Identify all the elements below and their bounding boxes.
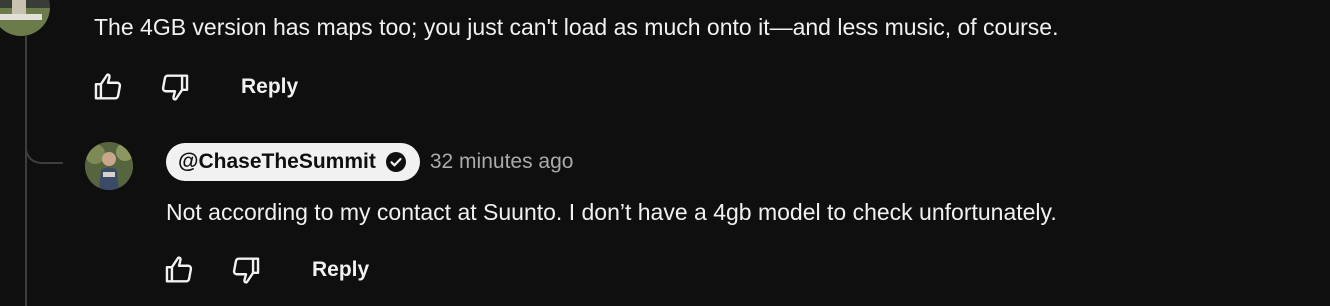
author-name: @ChaseTheSummit [178, 150, 376, 173]
thread-line [25, 36, 27, 306]
thumbs-down-icon [232, 257, 260, 284]
reply-timestamp[interactable]: 32 minutes ago [430, 150, 574, 174]
author-channel-link[interactable]: @ChaseTheSummit [166, 143, 420, 181]
parent-comment-actions: Reply [88, 67, 308, 107]
reply-comment-text: Not according to my contact at Suunto. I… [166, 199, 1057, 225]
verified-check-icon [384, 150, 408, 174]
comments-section: The 4GB version has maps too; you just c… [0, 0, 1330, 306]
reply-header: @ChaseTheSummit 32 minutes ago [166, 142, 573, 182]
reply-button[interactable]: Reply [302, 252, 379, 288]
dislike-button[interactable] [226, 250, 266, 290]
reply-button[interactable]: Reply [231, 69, 308, 105]
thumbs-up-icon [165, 256, 193, 283]
like-button[interactable] [159, 250, 199, 290]
like-button[interactable] [88, 67, 128, 107]
reply-author-avatar[interactable] [85, 142, 133, 190]
dislike-button[interactable] [155, 67, 195, 107]
thumbs-down-icon [161, 74, 189, 101]
parent-comment-text: The 4GB version has maps too; you just c… [94, 14, 1059, 40]
thread-connector [25, 130, 63, 164]
parent-avatar[interactable] [0, 0, 50, 36]
reply-comment-actions: Reply [159, 250, 379, 290]
thumbs-up-icon [94, 73, 122, 100]
